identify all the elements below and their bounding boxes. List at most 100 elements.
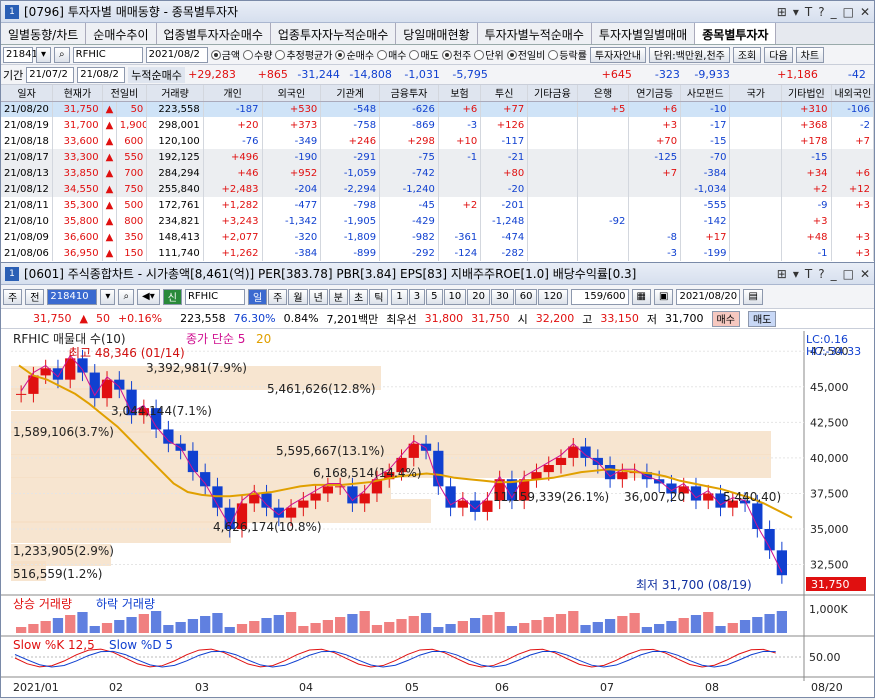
radio2-1[interactable]: 등락률 — [548, 47, 587, 63]
date-input[interactable]: 2021/08/2 — [145, 46, 208, 63]
radio-7[interactable]: 단위 — [474, 47, 503, 63]
period-5[interactable]: 초 — [348, 288, 369, 305]
period-buttons[interactable]: 일주월년분초틱 — [247, 288, 389, 305]
col-header-10[interactable]: 투신 — [480, 85, 529, 102]
window-control-6[interactable]: ✕ — [860, 5, 870, 19]
col-header-12[interactable]: 은행 — [577, 85, 630, 102]
col-header-9[interactable]: 보험 — [438, 85, 482, 102]
window-controls[interactable]: ⊞ ▾ T? _ □ ✕ — [777, 267, 870, 281]
prev-button[interactable]: 전 — [25, 288, 45, 305]
buy-button[interactable]: 매수 — [711, 310, 740, 327]
window-control-3[interactable]: ? — [818, 267, 824, 281]
window-control-3[interactable]: ? — [818, 5, 824, 19]
table-row[interactable]: 21/08/10 35,800 ▲ 800 234,821 +3,243 -1,342 -1,… — [1, 213, 874, 229]
search-icon[interactable]: ⌕ — [118, 288, 135, 305]
period-3[interactable]: 년 — [308, 288, 328, 305]
radio-1[interactable]: 수량 — [243, 47, 272, 63]
col-header-8[interactable]: 금융투자 — [379, 85, 439, 102]
table-row[interactable]: 21/08/09 36,600 ▲ 350 148,413 +2,077 -320 -1,80… — [1, 229, 874, 245]
filter-extra-3[interactable]: 다음 — [764, 46, 793, 63]
tab-4[interactable]: 당일매매현황 — [396, 23, 478, 44]
chart-code-input[interactable]: 218410 — [47, 288, 98, 305]
table-row[interactable]: 21/08/06 36,950 ▲ 150 111,740 +1,262 -384 -899-… — [1, 245, 874, 261]
window-control-0[interactable]: ⊞ — [777, 5, 787, 19]
period-to[interactable]: 21/08/2 — [77, 66, 126, 83]
radio-4[interactable]: 매수 — [377, 47, 406, 63]
filter-extra-1[interactable]: 단위:백만원,천주 — [648, 46, 730, 63]
window-control-2[interactable]: T — [805, 267, 812, 281]
interval-0[interactable]: 1 — [391, 288, 408, 305]
col-header-11[interactable]: 기타금융 — [527, 85, 578, 102]
col-header-15[interactable]: 국가 — [729, 85, 783, 102]
period-2[interactable]: 월 — [288, 288, 308, 305]
window-control-5[interactable]: □ — [843, 267, 854, 281]
radio-6[interactable]: 천주 — [442, 47, 471, 63]
interval-2[interactable]: 5 — [426, 288, 443, 305]
col-header-6[interactable]: 외국인 — [262, 85, 322, 102]
col-header-5[interactable]: 개인 — [203, 85, 263, 102]
table-row[interactable]: 21/08/11 35,300 ▲ 500 172,761 +1,282 -477 -798-… — [1, 197, 874, 213]
table-row[interactable]: 21/08/19 31,700 ▲ 1,900 298,001 +20 +373 -758 -8… — [1, 117, 874, 133]
interval-5[interactable]: 30 — [490, 288, 514, 305]
col-header-13[interactable]: 연기금등 — [628, 85, 682, 102]
window-controls[interactable]: ⊞ ▾ T? _ □ ✕ — [777, 5, 870, 19]
table-row[interactable]: 21/08/13 33,850 ▲ 700 284,294 +46 +952 -1,059 -7… — [1, 165, 874, 181]
radio-0[interactable]: 금액 — [211, 47, 240, 63]
code-dropdown[interactable]: ▾ — [36, 46, 52, 63]
sell-button[interactable]: 매도 — [747, 310, 777, 327]
tab-0[interactable]: 일별동향/차트 — [1, 23, 87, 44]
period-4[interactable]: 분 — [328, 288, 348, 305]
radio-3[interactable]: 순매수 — [335, 47, 374, 63]
search-icon[interactable]: ⌕ — [54, 46, 70, 63]
col-header-0[interactable]: 일자 — [1, 85, 54, 102]
interval-3[interactable]: 10 — [443, 288, 467, 305]
interval-buttons[interactable]: 1 3 5 10 20 30 60 120 — [391, 288, 568, 305]
unit-radios[interactable]: 금액 수량 추정평균가 순매수 매수 매도 천주 단위 전일비 등락률 투자자안내 단위:백만원,천주… — [211, 46, 825, 63]
window-control-1[interactable]: ▾ — [793, 267, 799, 281]
filter-extra-2[interactable]: 조회 — [732, 46, 762, 63]
radio2-0[interactable]: 전일비 — [507, 47, 546, 63]
radio-5[interactable]: 매도 — [409, 47, 438, 63]
window-control-1[interactable]: ▾ — [793, 5, 799, 19]
period-6[interactable]: 틱 — [369, 288, 389, 305]
window-control-0[interactable]: ⊞ — [777, 267, 787, 281]
code-dropdown[interactable]: ▾ — [100, 288, 116, 305]
save-icon[interactable]: ▣ — [654, 288, 674, 305]
code-input[interactable]: 218410 — [3, 46, 44, 63]
interval-6[interactable]: 60 — [514, 288, 538, 305]
price-chart-svg[interactable]: 47,50045,00042,50040,00037,50035,00032,5… — [1, 331, 874, 697]
tab-1[interactable]: 순매수추이 — [86, 23, 157, 44]
filter-extra-4[interactable]: 차트 — [795, 46, 825, 63]
tab-2[interactable]: 업종별투자자순매수 — [156, 23, 271, 44]
period-1[interactable]: 주 — [268, 288, 288, 305]
window-control-4[interactable]: _ — [831, 267, 837, 281]
filter-extra-0[interactable]: 투자자안내 — [589, 46, 646, 63]
table-row[interactable]: 21/08/20 31,750 ▲ 50 223,558 -187 +530 -548 -626… — [1, 101, 874, 117]
interval-7[interactable]: 120 — [538, 288, 568, 305]
chart-canvas[interactable]: 47,500 45,000 42,500 40,000 37,500 35,000 32,5… — [1, 331, 874, 697]
calendar-icon[interactable]: ▤ — [743, 288, 763, 305]
tab-7[interactable]: 종목별투자자 — [695, 23, 777, 44]
table-row[interactable]: 21/08/12 34,550 ▲ 750 255,840 +2,483 -204 -2,29… — [1, 181, 874, 197]
period-0[interactable]: 일 — [247, 288, 268, 305]
period-from[interactable]: 21/07/2 — [26, 66, 75, 83]
tab-5[interactable]: 투자자별누적순매수 — [477, 23, 592, 44]
bar-count[interactable]: 159/600 — [570, 288, 629, 305]
window-control-5[interactable]: □ — [843, 5, 854, 19]
col-header-16[interactable]: 기타법인 — [781, 85, 832, 102]
tab-6[interactable]: 투자자별일별매매 — [591, 23, 696, 44]
interval-1[interactable]: 3 — [408, 288, 426, 305]
window-control-4[interactable]: _ — [831, 5, 837, 19]
interval-4[interactable]: 20 — [467, 288, 490, 305]
window-control-6[interactable]: ✕ — [860, 267, 870, 281]
radio-2[interactable]: 추정평균가 — [275, 47, 332, 63]
col-header-7[interactable]: 기관계 — [320, 85, 381, 102]
table-row[interactable]: 21/08/18 33,600 ▲ 600 120,100 -76 -349 +246 +298… — [1, 133, 874, 149]
sound-icon[interactable]: ◀▾ — [137, 288, 160, 305]
chart-date[interactable]: 2021/08/20 — [676, 288, 741, 305]
tab-3[interactable]: 업종투자자누적순매수 — [270, 23, 397, 44]
col-header-4[interactable]: 거래량 — [146, 85, 204, 102]
col-header-1[interactable]: 현재가 — [52, 85, 103, 102]
chart-type-button[interactable]: 주 — [3, 288, 23, 305]
window-control-2[interactable]: T — [805, 5, 812, 19]
